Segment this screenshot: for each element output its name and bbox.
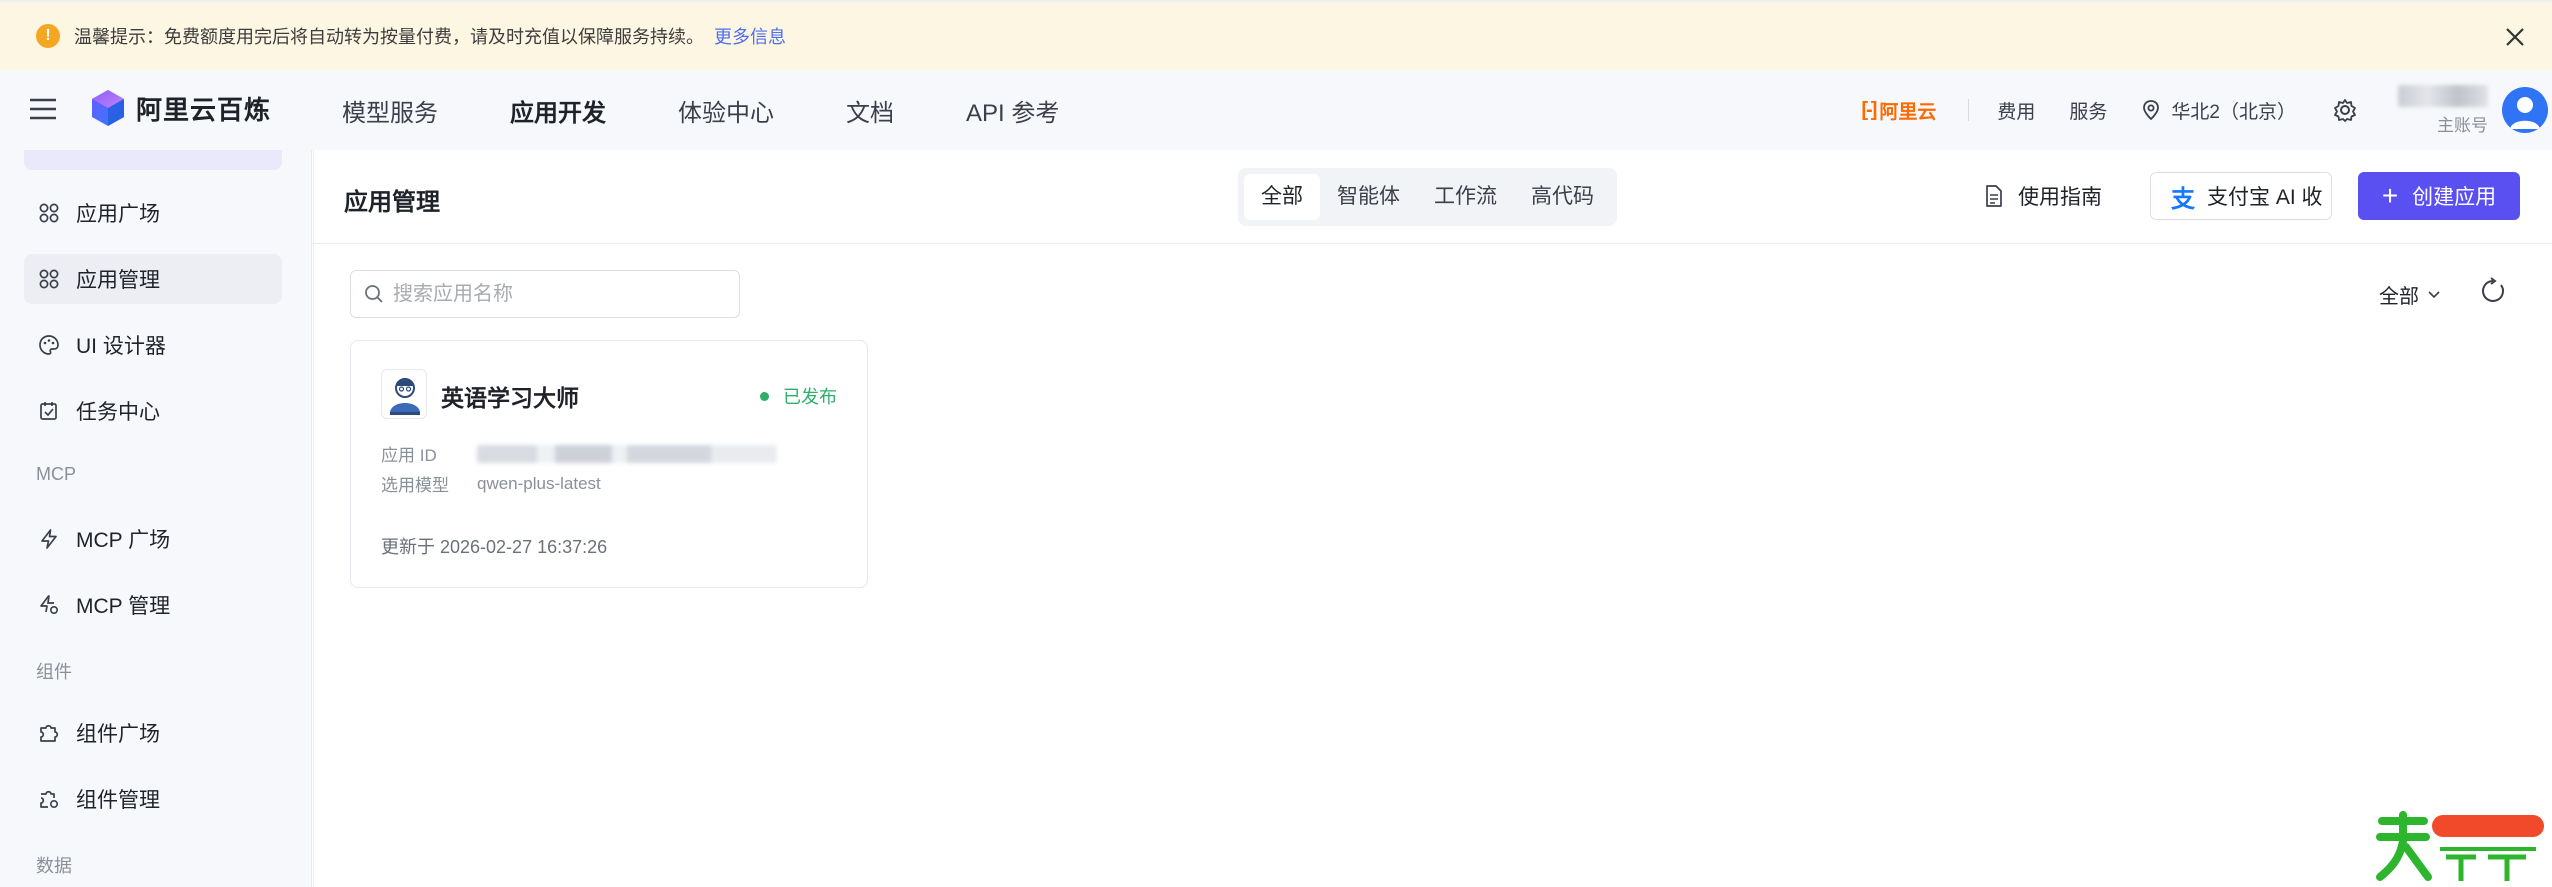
aliyun-logo[interactable]: [-] 阿里云 [1861, 97, 1936, 124]
fees-link[interactable]: 费用 [1997, 97, 2035, 124]
main-content: 应用管理 全部 智能体 工作流 高代码 使用指南 支 支付宝 AI 收 + 创建… [313, 150, 2552, 887]
sidebar-group-mcp: MCP [36, 464, 76, 484]
alipay-ai-button[interactable]: 支 支付宝 AI 收 [2150, 172, 2332, 220]
apps-grid-icon [39, 203, 59, 223]
plus-icon: + [2381, 180, 2399, 211]
sidebar-group-data: 数据 [36, 856, 72, 876]
nav-model-service[interactable]: 模型服务 [342, 93, 438, 128]
sidebar-item-ui-designer[interactable]: UI 设计器 [24, 320, 282, 370]
nav-api-reference[interactable]: API 参考 [966, 93, 1059, 128]
create-app-shortcut[interactable] [24, 150, 282, 170]
puzzle-gear-icon [40, 790, 59, 809]
aliyun-bracket-icon: [-] [1861, 98, 1877, 121]
sidebar-item-label: 任务中心 [76, 401, 160, 424]
top-navigation: 阿里云百炼 模型服务 应用开发 体验中心 文档 API 参考 [-] 阿里云 费… [0, 70, 2552, 150]
bailian-logo-icon [92, 90, 124, 126]
status-badge: 已发布 [760, 383, 837, 409]
page-header: 应用管理 全部 智能体 工作流 高代码 使用指南 支 支付宝 AI 收 + 创建… [314, 150, 2552, 244]
site-watermark-logo [2376, 811, 2544, 881]
aliyun-text: 阿里云 [1879, 101, 1937, 123]
alipay-ai-label: 支付宝 AI 收 [2207, 186, 2323, 209]
usage-guide-label: 使用指南 [2018, 186, 2102, 209]
search-icon [365, 285, 383, 303]
apps-grid-icon [39, 269, 59, 289]
task-check-icon [40, 402, 57, 420]
sidebar-item-task-center[interactable]: 任务中心 [24, 386, 282, 436]
user-avatar-icon [2510, 97, 2540, 129]
sidebar-item-label: 组件管理 [76, 789, 160, 812]
app-name: 英语学习大师 [441, 385, 579, 411]
service-link[interactable]: 服务 [2069, 97, 2107, 124]
sidebar-item-label: UI 设计器 [76, 335, 166, 358]
sidebar-item-app-management[interactable]: 应用管理 [24, 254, 282, 304]
tab-agent[interactable]: 智能体 [1320, 174, 1417, 220]
tab-workflow[interactable]: 工作流 [1417, 174, 1514, 220]
warning-icon: ! [36, 24, 60, 48]
region-selector[interactable]: 华北2（北京） [2141, 97, 2296, 124]
close-icon[interactable] [2500, 22, 2530, 52]
bolt-gear-icon [40, 594, 59, 615]
palette-icon [39, 335, 59, 355]
usage-guide-button[interactable]: 使用指南 [1984, 172, 2102, 220]
account-name-redacted [2398, 84, 2488, 107]
app-avatar [381, 369, 427, 419]
app-id-redacted [477, 444, 777, 463]
notice-text: 温馨提示：免费额度用完后将自动转为按量付费，请及时充值以保障服务持续。 [74, 27, 704, 47]
sidebar-item-label: 应用广场 [76, 203, 160, 226]
document-icon [1986, 185, 2002, 207]
more-info-link[interactable]: 更多信息 [714, 23, 786, 49]
hamburger-menu-icon[interactable] [26, 92, 60, 126]
sidebar-item-label: 组件广场 [76, 723, 160, 746]
sidebar-item-mcp-management[interactable]: MCP 管理 [24, 580, 282, 630]
model-value: qwen-plus-latest [477, 473, 601, 493]
refresh-icon[interactable] [2478, 276, 2508, 306]
region-label: 华北2（北京） [2171, 101, 2296, 123]
status-filter-dropdown[interactable]: 全部 [2379, 280, 2441, 309]
brand-logo[interactable]: 阿里云百炼 [90, 88, 271, 128]
search-input[interactable] [393, 282, 723, 306]
status-text: 已发布 [783, 387, 837, 407]
teacher-avatar-icon [390, 378, 420, 415]
create-app-label: 创建应用 [2412, 186, 2497, 209]
avatar[interactable] [2502, 87, 2548, 133]
divider [1968, 99, 1970, 121]
bolt-icon [41, 529, 57, 549]
gear-icon[interactable] [2332, 97, 2358, 123]
model-label: 选用模型 [381, 476, 449, 495]
sidebar: 应用广场 应用管理 UI 设计器 任务中心 MCP MCP 广场 MCP 管理 … [0, 150, 312, 887]
sidebar-item-label: MCP 广场 [76, 529, 171, 552]
search-box[interactable] [350, 270, 740, 318]
sidebar-item-mcp-square[interactable]: MCP 广场 [24, 514, 282, 564]
model-row: 选用模型 qwen-plus-latest [381, 471, 601, 496]
app-card[interactable]: 英语学习大师 已发布 应用 ID 选用模型 qwen-plus-latest 更… [350, 340, 868, 588]
status-dot [760, 391, 769, 401]
filter-selected-value: 全部 [2379, 286, 2419, 308]
app-id-row: 应用 ID [381, 441, 777, 466]
sidebar-item-component-management[interactable]: 组件管理 [24, 774, 282, 824]
account-info[interactable]: 主账号 [2398, 84, 2488, 136]
chevron-down-icon [2428, 290, 2440, 298]
nav-docs[interactable]: 文档 [846, 93, 894, 128]
sidebar-group-components: 组件 [36, 662, 72, 682]
create-app-button[interactable]: + 创建应用 [2358, 172, 2520, 220]
page-title: 应用管理 [344, 189, 440, 216]
account-type-label: 主账号 [2437, 115, 2488, 135]
sidebar-item-label: MCP 管理 [76, 595, 171, 618]
nav-app-development[interactable]: 应用开发 [510, 93, 606, 128]
location-pin-icon [2143, 100, 2160, 121]
app-id-label: 应用 ID [381, 446, 437, 465]
brand-name: 阿里云百炼 [136, 94, 272, 125]
notice-bar: ! 温馨提示：免费额度用完后将自动转为按量付费，请及时充值以保障服务持续。 更多… [0, 0, 2552, 70]
alipay-icon: 支 [2171, 185, 2195, 213]
nav-experience-center[interactable]: 体验中心 [678, 93, 774, 128]
tab-all[interactable]: 全部 [1244, 174, 1320, 220]
sidebar-item-app-square[interactable]: 应用广场 [24, 188, 282, 238]
sidebar-item-label: 应用管理 [76, 269, 160, 292]
app-type-tabs: 全部 智能体 工作流 高代码 [1238, 168, 1617, 226]
updated-time: 更新于 2026-02-27 16:37:26 [381, 537, 608, 557]
sidebar-item-component-square[interactable]: 组件广场 [24, 708, 282, 758]
puzzle-icon [40, 724, 59, 742]
tab-high-code[interactable]: 高代码 [1514, 174, 1611, 220]
